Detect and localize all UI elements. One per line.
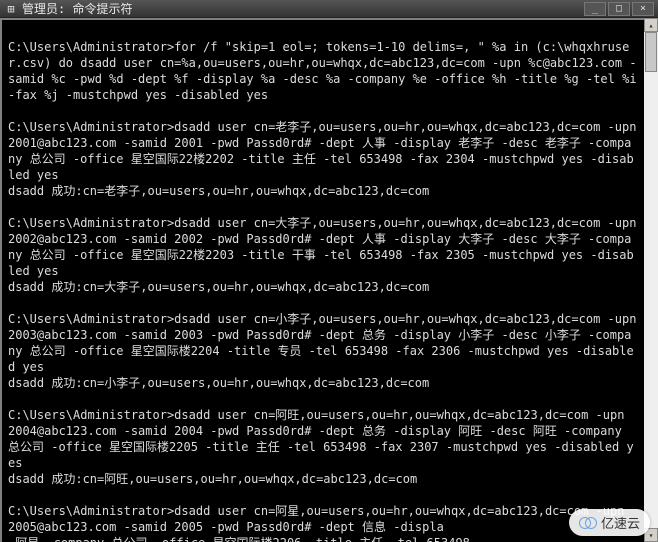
window-controls: _ □ × xyxy=(584,2,654,16)
cmd-icon: ⊞ xyxy=(4,2,18,16)
cloud-icon xyxy=(579,517,597,529)
watermark-text: 亿速云 xyxy=(601,513,640,532)
close-button[interactable]: × xyxy=(632,2,654,16)
maximize-button[interactable]: □ xyxy=(608,2,630,16)
vertical-scrollbar[interactable]: ▴ ▾ xyxy=(644,18,658,542)
window-titlebar: ⊞ 管理员: 命令提示符 _ □ × xyxy=(0,0,658,18)
scroll-up-button[interactable]: ▴ xyxy=(644,18,658,32)
window-title: 管理员: 命令提示符 xyxy=(22,0,584,17)
terminal-output[interactable]: C:\Users\Administrator>for /f "skip=1 eo… xyxy=(0,18,644,542)
minimize-button[interactable]: _ xyxy=(584,2,606,16)
watermark-badge: 亿速云 xyxy=(569,509,650,536)
scroll-thumb[interactable] xyxy=(645,32,657,72)
scroll-track[interactable] xyxy=(644,32,658,528)
